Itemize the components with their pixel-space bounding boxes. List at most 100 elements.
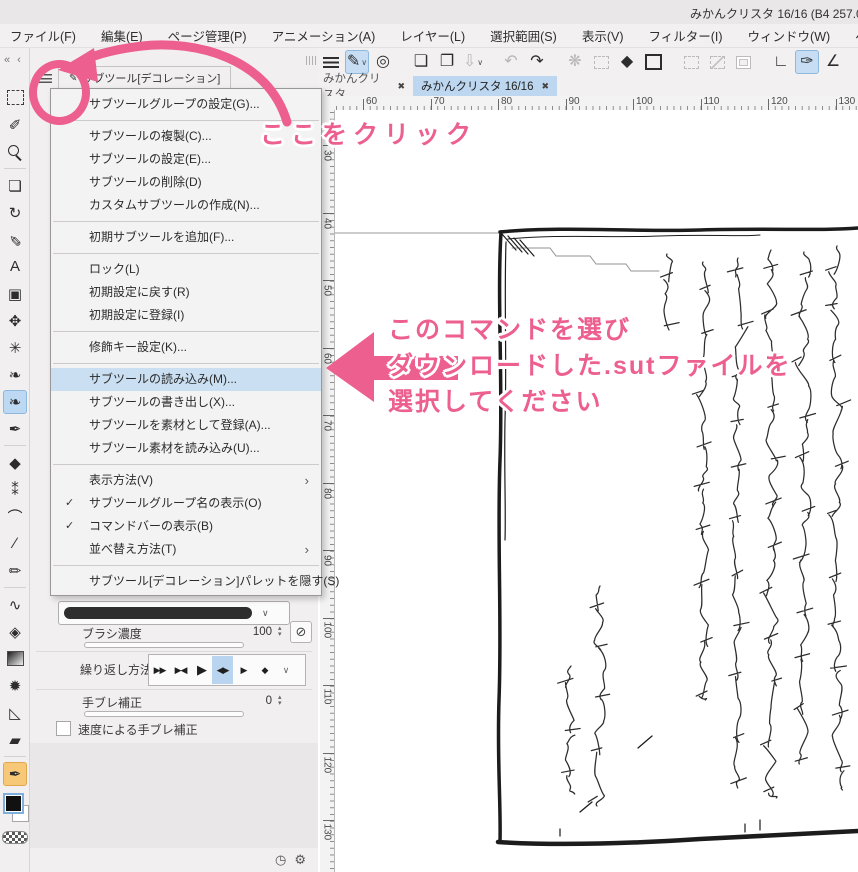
blend-tool[interactable]: ⁑ xyxy=(3,478,27,502)
menu-item-22[interactable]: ✓コマンドバーの表示(B) xyxy=(51,515,321,538)
figure-tool[interactable]: ⌒ xyxy=(3,505,27,529)
menubar-item-5[interactable]: 選択範囲(S) xyxy=(490,26,557,45)
no-effect-button[interactable]: ⊘ xyxy=(290,621,312,643)
menu-separator xyxy=(53,363,319,364)
menu-item-21[interactable]: ✓サブツールグループ名の表示(O) xyxy=(51,492,321,515)
line-tool[interactable]: ∕ xyxy=(3,532,27,556)
undo-icon[interactable]: ↶ xyxy=(499,50,523,74)
zoom-tool[interactable] xyxy=(3,140,27,164)
menubar-item-4[interactable]: レイヤー(L) xyxy=(400,26,465,45)
menu-item-18[interactable]: サブツール素材を読み込み(U)... xyxy=(51,437,321,460)
canvas[interactable] xyxy=(335,110,858,872)
eyedropper-tool[interactable]: ✎ xyxy=(3,228,27,252)
menubar-item-0[interactable]: ファイル(F) xyxy=(10,26,76,45)
transparent-color-swatch[interactable] xyxy=(2,831,28,844)
new-file-icon[interactable]: ❏ xyxy=(409,50,433,74)
snap-ruler-icon[interactable]: ∟ xyxy=(769,50,793,74)
menu-item-11[interactable]: 初期設定に登録(I) xyxy=(51,304,321,327)
settings-wrench-icon[interactable]: ⚙ xyxy=(294,852,306,868)
menu-item-13[interactable]: 修飾キー設定(K)... xyxy=(51,336,321,359)
decoration-tool-selected[interactable]: ❧ xyxy=(3,390,27,414)
close-icon[interactable]: ✖ xyxy=(541,81,549,92)
speed-stabilization-checkbox[interactable] xyxy=(56,721,71,736)
menubar-item-2[interactable]: ページ管理(P) xyxy=(168,26,247,45)
close-icon[interactable]: ✖ xyxy=(397,81,405,92)
brush-density-spinner[interactable]: ▴▾ xyxy=(278,626,282,637)
reselect-icon[interactable] xyxy=(589,50,613,74)
menu-separator xyxy=(53,253,319,254)
menu-item-9[interactable]: ロック(L) xyxy=(51,258,321,281)
menu-item-25[interactable]: サブツール[デコレーション]パレットを隠す(S) xyxy=(51,570,321,593)
menu-item-7[interactable]: 初期サブツールを追加(F)... xyxy=(51,226,321,249)
snap-special-ruler-icon[interactable]: ✑ xyxy=(795,50,819,74)
text-tool[interactable]: A xyxy=(3,255,27,279)
menu-item-15[interactable]: サブツールの読み込み(M)... xyxy=(51,368,321,391)
lasso-select-tool[interactable]: ✐ xyxy=(3,113,27,137)
menu-item-0[interactable]: サブツールグループの設定(G)... xyxy=(51,93,321,116)
repeat-method-option-5[interactable]: ◆ xyxy=(254,656,275,684)
menu-item-5[interactable]: カスタムサブツールの作成(N)... xyxy=(51,194,321,217)
palette-empty-area xyxy=(30,743,318,848)
selection-launcher-icon[interactable] xyxy=(679,50,703,74)
brush-tool[interactable]: ∿ xyxy=(3,593,27,617)
eraser-tool[interactable]: ◆ xyxy=(3,451,27,475)
menu-item-10[interactable]: 初期設定に戻す(R) xyxy=(51,281,321,304)
pencil-tool[interactable]: ✏ xyxy=(3,559,27,583)
balloon-tool[interactable]: ◈ xyxy=(3,620,27,644)
selection-inner-icon[interactable] xyxy=(731,50,755,74)
brush-density-slider[interactable] xyxy=(84,642,244,648)
rotate-view-tool[interactable]: ↻ xyxy=(3,201,27,225)
document-tab-1[interactable]: みかんクリスタ 16/16✖ xyxy=(413,76,557,96)
chevron-down-icon[interactable]: ∨ xyxy=(275,656,296,684)
stabilization-spinner[interactable]: ▴▾ xyxy=(278,695,282,706)
pen-tool[interactable]: ✒ xyxy=(3,417,27,441)
page-flip-tool[interactable]: ❏ xyxy=(3,174,27,198)
color-swatches[interactable] xyxy=(2,793,30,827)
repeat-method-option-1[interactable]: ▶◀ xyxy=(170,656,191,684)
marquee-select-tool[interactable] xyxy=(3,86,27,110)
current-subtool[interactable]: ✒ xyxy=(3,762,27,786)
open-file-icon[interactable]: ❐ xyxy=(435,50,459,74)
menu-item-16[interactable]: サブツールの書き出し(X)... xyxy=(51,391,321,414)
selection-diag-icon[interactable] xyxy=(705,50,729,74)
auto-select-tool[interactable]: ✳ xyxy=(3,336,27,360)
menu-item-20[interactable]: 表示方法(V)› xyxy=(51,469,321,492)
menu-item-3[interactable]: サブツールの設定(E)... xyxy=(51,148,321,171)
brush-density-value[interactable]: 100 xyxy=(244,626,272,638)
save-icon[interactable]: ⇩∨ xyxy=(461,50,485,74)
stabilizer-dial-icon[interactable]: ◷ xyxy=(275,852,286,868)
object-select-tool[interactable]: ▣ xyxy=(3,282,27,306)
menu-item-17[interactable]: サブツールを素材として登録(A)... xyxy=(51,414,321,437)
menubar-item-6[interactable]: 表示(V) xyxy=(582,26,624,45)
menubar-item-7[interactable]: フィルター(I) xyxy=(648,26,722,45)
palette-drag-handle[interactable] xyxy=(306,56,316,65)
redo-icon[interactable]: ↷ xyxy=(525,50,549,74)
stroke-preview-dropdown[interactable]: ∨ xyxy=(58,601,290,625)
repeat-method-option-2[interactable]: ▶ xyxy=(191,656,212,684)
repeat-method-option-0[interactable]: ▶▶ xyxy=(149,656,170,684)
stabilization-slider[interactable] xyxy=(84,711,244,717)
snap-ruler-icon-glyph: ∟ xyxy=(773,54,789,70)
move-tool[interactable]: ✥ xyxy=(3,309,27,333)
fill-icon[interactable]: ◆ xyxy=(615,50,639,74)
stabilization-value[interactable]: 0 xyxy=(244,695,272,707)
pattern-tool[interactable]: ✹ xyxy=(3,674,27,698)
ruler-label: 40 xyxy=(322,216,333,230)
repeat-method-option-4[interactable]: ▶ xyxy=(233,656,254,684)
crop-mark-icon[interactable] xyxy=(641,50,665,74)
menu-item-4[interactable]: サブツールの削除(D) xyxy=(51,171,321,194)
menu-item-23[interactable]: 並べ替え方法(T)› xyxy=(51,538,321,561)
decoration-tool[interactable]: ❧ xyxy=(3,363,27,387)
menubar-item-1[interactable]: 編集(E) xyxy=(101,26,143,45)
collapse-arrows-icon[interactable]: « ‹ xyxy=(4,54,23,66)
marker-tool[interactable]: ▰ xyxy=(3,728,27,752)
main-color-swatch[interactable] xyxy=(3,793,24,814)
gradient-tool[interactable] xyxy=(3,647,27,671)
document-tab-0[interactable]: みかんクリスタ✖ xyxy=(315,76,413,96)
menubar-item-3[interactable]: アニメーション(A) xyxy=(272,26,376,45)
snap-grid-icon[interactable]: ∠ xyxy=(821,50,845,74)
repeat-method-option-3[interactable]: ◀▶ xyxy=(212,656,233,684)
deselect-icon[interactable]: ❋ xyxy=(563,50,587,74)
ruler-tool[interactable]: ◺ xyxy=(3,701,27,725)
menubar-item-8[interactable]: ウィンドウ(W) xyxy=(748,26,831,45)
